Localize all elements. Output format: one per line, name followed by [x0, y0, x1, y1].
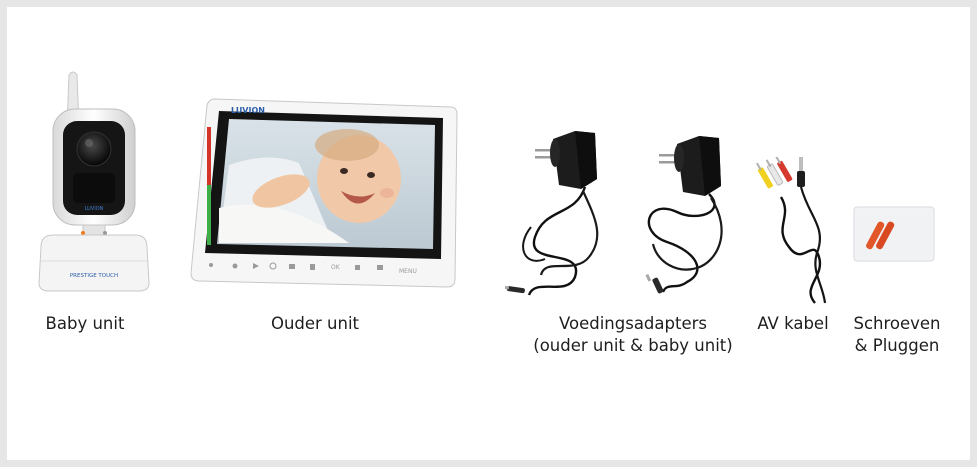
- power-adapter-1-image: [505, 127, 625, 307]
- caption-parent-unit: Ouder unit: [255, 313, 375, 335]
- camera-badge-text: PRESTIGE TOUCH: [70, 273, 118, 279]
- monitor-brand-text: LUVION: [231, 106, 265, 115]
- caption-baby-unit: Baby unit: [25, 313, 145, 335]
- caption-screws-plugs-line1: Schroeven: [853, 314, 941, 333]
- monitor-ok-label: OK: [331, 264, 341, 271]
- monitor-menu-label: MENU: [399, 268, 417, 275]
- caption-power-adapters-line1: Voedingsadapters: [558, 314, 707, 333]
- baby-unit-image: LUVION PRESTIGE TOUCH: [33, 69, 155, 295]
- caption-power-adapters-line2: (ouder unit & baby unit): [533, 336, 733, 355]
- caption-av-cable-text: AV kabel: [757, 314, 829, 333]
- caption-av-cable: AV kabel: [747, 313, 839, 335]
- caption-screws-plugs: Schroeven & Pluggen: [843, 313, 951, 357]
- caption-baby-unit-text: Baby unit: [45, 314, 125, 333]
- av-cable-image: [753, 157, 833, 307]
- power-adapter-2-image: [637, 132, 747, 307]
- product-contents-panel: LUVION PRESTIGE TOUCH LUVION OK MENU Bab…: [7, 7, 970, 460]
- caption-power-adapters: Voedingsadapters (ouder unit & baby unit…: [531, 313, 735, 357]
- caption-screws-plugs-line2: & Pluggen: [854, 336, 940, 355]
- parent-unit-image: LUVION OK MENU: [189, 93, 459, 293]
- caption-parent-unit-text: Ouder unit: [270, 314, 360, 333]
- svg-text:LUVION: LUVION: [85, 206, 104, 212]
- screws-plugs-image: [852, 205, 936, 263]
